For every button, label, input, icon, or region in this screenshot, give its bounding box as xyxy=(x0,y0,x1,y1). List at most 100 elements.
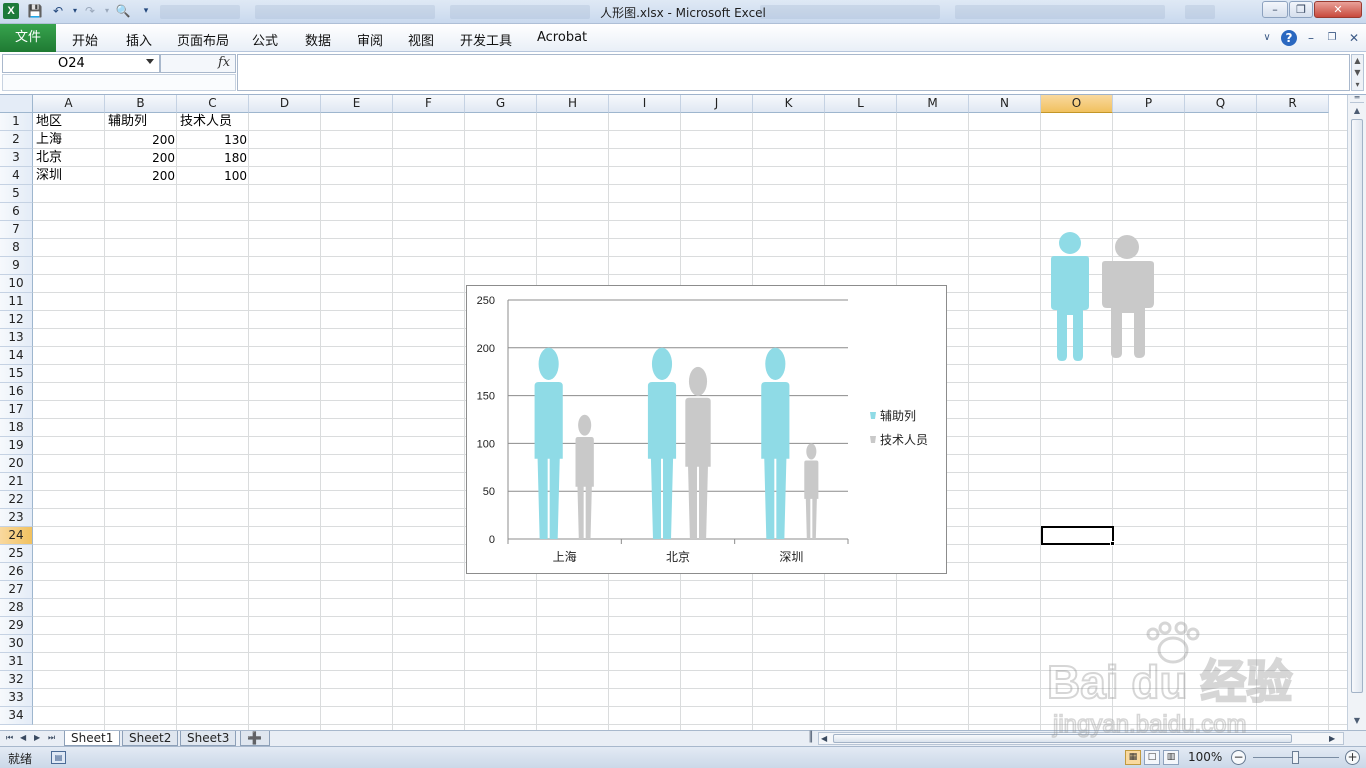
person-shape-gray[interactable] xyxy=(1102,235,1154,358)
zoom-out-button[interactable]: − xyxy=(1231,750,1246,765)
ribbon-collapse-icon[interactable]: ∨ xyxy=(1259,30,1275,46)
cell-C3[interactable]: 180 xyxy=(178,149,250,167)
row-header-8[interactable]: 8 xyxy=(0,239,33,257)
row-header-32[interactable]: 32 xyxy=(0,671,33,689)
cell-B4[interactable]: 200 xyxy=(106,167,178,185)
column-header-G[interactable]: G xyxy=(465,95,537,113)
row-header-21[interactable]: 21 xyxy=(0,473,33,491)
select-all-corner[interactable] xyxy=(0,95,33,113)
row-header-4[interactable]: 4 xyxy=(0,167,33,185)
row-header-29[interactable]: 29 xyxy=(0,617,33,635)
row-header-13[interactable]: 13 xyxy=(0,329,33,347)
row-header-23[interactable]: 23 xyxy=(0,509,33,527)
row-header-22[interactable]: 22 xyxy=(0,491,33,509)
row-header-15[interactable]: 15 xyxy=(0,365,33,383)
restore-button[interactable]: ❐ xyxy=(1289,1,1313,18)
row-header-16[interactable]: 16 xyxy=(0,383,33,401)
sheet-tab-3[interactable]: Sheet3 xyxy=(180,731,237,746)
tab-review[interactable]: 审阅 xyxy=(357,30,383,49)
column-header-H[interactable]: H xyxy=(537,95,609,113)
tab-page-layout[interactable]: 页面布局 xyxy=(177,30,229,49)
last-sheet-icon[interactable]: ⏭ xyxy=(48,733,55,743)
cell-B2[interactable]: 200 xyxy=(106,131,178,149)
row-header-1[interactable]: 1 xyxy=(0,113,33,131)
tab-data[interactable]: 数据 xyxy=(305,30,331,49)
row-header-25[interactable]: 25 xyxy=(0,545,33,563)
scroll-down-icon[interactable]: ▼ xyxy=(1350,715,1364,727)
macro-record-icon[interactable]: ▤ xyxy=(51,751,66,764)
tab-developer[interactable]: 开发工具 xyxy=(460,30,512,49)
minimize-button[interactable]: – xyxy=(1262,1,1288,18)
column-header-N[interactable]: N xyxy=(969,95,1041,113)
name-box-dropdown-icon[interactable] xyxy=(146,59,154,64)
workbook-close-icon[interactable]: ✕ xyxy=(1346,30,1362,46)
row-header-33[interactable]: 33 xyxy=(0,689,33,707)
row-header-2[interactable]: 2 xyxy=(0,131,33,149)
row-header-26[interactable]: 26 xyxy=(0,563,33,581)
zoom-slider-thumb[interactable] xyxy=(1292,751,1299,764)
column-header-L[interactable]: L xyxy=(825,95,897,113)
tab-acrobat[interactable]: Acrobat xyxy=(537,30,587,45)
tab-insert[interactable]: 插入 xyxy=(126,30,152,49)
split-box-icon[interactable]: ═ xyxy=(1350,94,1364,103)
column-header-Q[interactable]: Q xyxy=(1185,95,1257,113)
row-header-27[interactable]: 27 xyxy=(0,581,33,599)
cell-C4[interactable]: 100 xyxy=(178,167,250,185)
sheet-tab-1[interactable]: Sheet1 xyxy=(64,731,121,746)
zoom-in-button[interactable]: + xyxy=(1345,750,1360,765)
vertical-scrollbar[interactable]: ═ ▲ ▼ xyxy=(1347,94,1366,730)
column-header-O[interactable]: O xyxy=(1041,95,1113,113)
tab-formulas[interactable]: 公式 xyxy=(252,30,278,49)
page-layout-view-button[interactable]: □ xyxy=(1144,750,1160,765)
row-header-14[interactable]: 14 xyxy=(0,347,33,365)
row-header-20[interactable]: 20 xyxy=(0,455,33,473)
column-header-F[interactable]: F xyxy=(393,95,465,113)
cell-A3[interactable]: 北京 xyxy=(36,149,104,167)
row-header-34[interactable]: 34 xyxy=(0,707,33,725)
row-header-11[interactable]: 11 xyxy=(0,293,33,311)
column-header-R[interactable]: R xyxy=(1257,95,1329,113)
column-header-B[interactable]: B xyxy=(105,95,177,113)
formula-expand-button[interactable]: ▲ ▼ ▾ xyxy=(1351,54,1364,91)
row-header-31[interactable]: 31 xyxy=(0,653,33,671)
row-header-28[interactable]: 28 xyxy=(0,599,33,617)
person-shape-cyan[interactable] xyxy=(1051,232,1089,361)
person-shapes-group[interactable] xyxy=(1043,231,1158,364)
scroll-up-icon[interactable]: ▲ xyxy=(1350,105,1364,117)
column-header-C[interactable]: C xyxy=(177,95,249,113)
cell-A2[interactable]: 上海 xyxy=(36,131,104,149)
workbook-minimize-icon[interactable]: – xyxy=(1303,30,1319,46)
column-header-E[interactable]: E xyxy=(321,95,393,113)
first-sheet-icon[interactable]: ⏮ xyxy=(6,733,13,743)
close-button[interactable]: ✕ xyxy=(1314,1,1362,18)
column-header-A[interactable]: A xyxy=(33,95,105,113)
column-header-D[interactable]: D xyxy=(249,95,321,113)
zoom-level[interactable]: 100% xyxy=(1188,750,1222,764)
page-break-view-button[interactable]: ▥ xyxy=(1163,750,1179,765)
cell-A4[interactable]: 深圳 xyxy=(36,167,104,185)
row-header-30[interactable]: 30 xyxy=(0,635,33,653)
help-icon[interactable]: ? xyxy=(1281,30,1297,46)
tab-split-handle[interactable]: ║ xyxy=(808,732,814,743)
row-header-12[interactable]: 12 xyxy=(0,311,33,329)
column-header-I[interactable]: I xyxy=(609,95,681,113)
workbook-restore-icon[interactable]: ❐ xyxy=(1324,30,1340,46)
tab-home[interactable]: 开始 xyxy=(72,30,98,49)
row-header-3[interactable]: 3 xyxy=(0,149,33,167)
row-header-9[interactable]: 9 xyxy=(0,257,33,275)
column-header-M[interactable]: M xyxy=(897,95,969,113)
normal-view-button[interactable]: ▦ xyxy=(1125,750,1141,765)
cell-B3[interactable]: 200 xyxy=(106,149,178,167)
row-header-19[interactable]: 19 xyxy=(0,437,33,455)
name-box[interactable]: O24 xyxy=(2,54,160,73)
row-header-18[interactable]: 18 xyxy=(0,419,33,437)
scroll-right-icon[interactable]: ▶ xyxy=(1329,734,1335,743)
active-cell-O24[interactable] xyxy=(1041,526,1114,545)
tab-view[interactable]: 视图 xyxy=(408,30,434,49)
column-header-J[interactable]: J xyxy=(681,95,753,113)
row-header-10[interactable]: 10 xyxy=(0,275,33,293)
row-header-24[interactable]: 24 xyxy=(0,527,33,545)
vertical-scroll-thumb[interactable] xyxy=(1351,119,1363,693)
tab-file[interactable]: 文件 xyxy=(0,24,56,52)
sheet-tab-2[interactable]: Sheet2 xyxy=(122,731,179,746)
